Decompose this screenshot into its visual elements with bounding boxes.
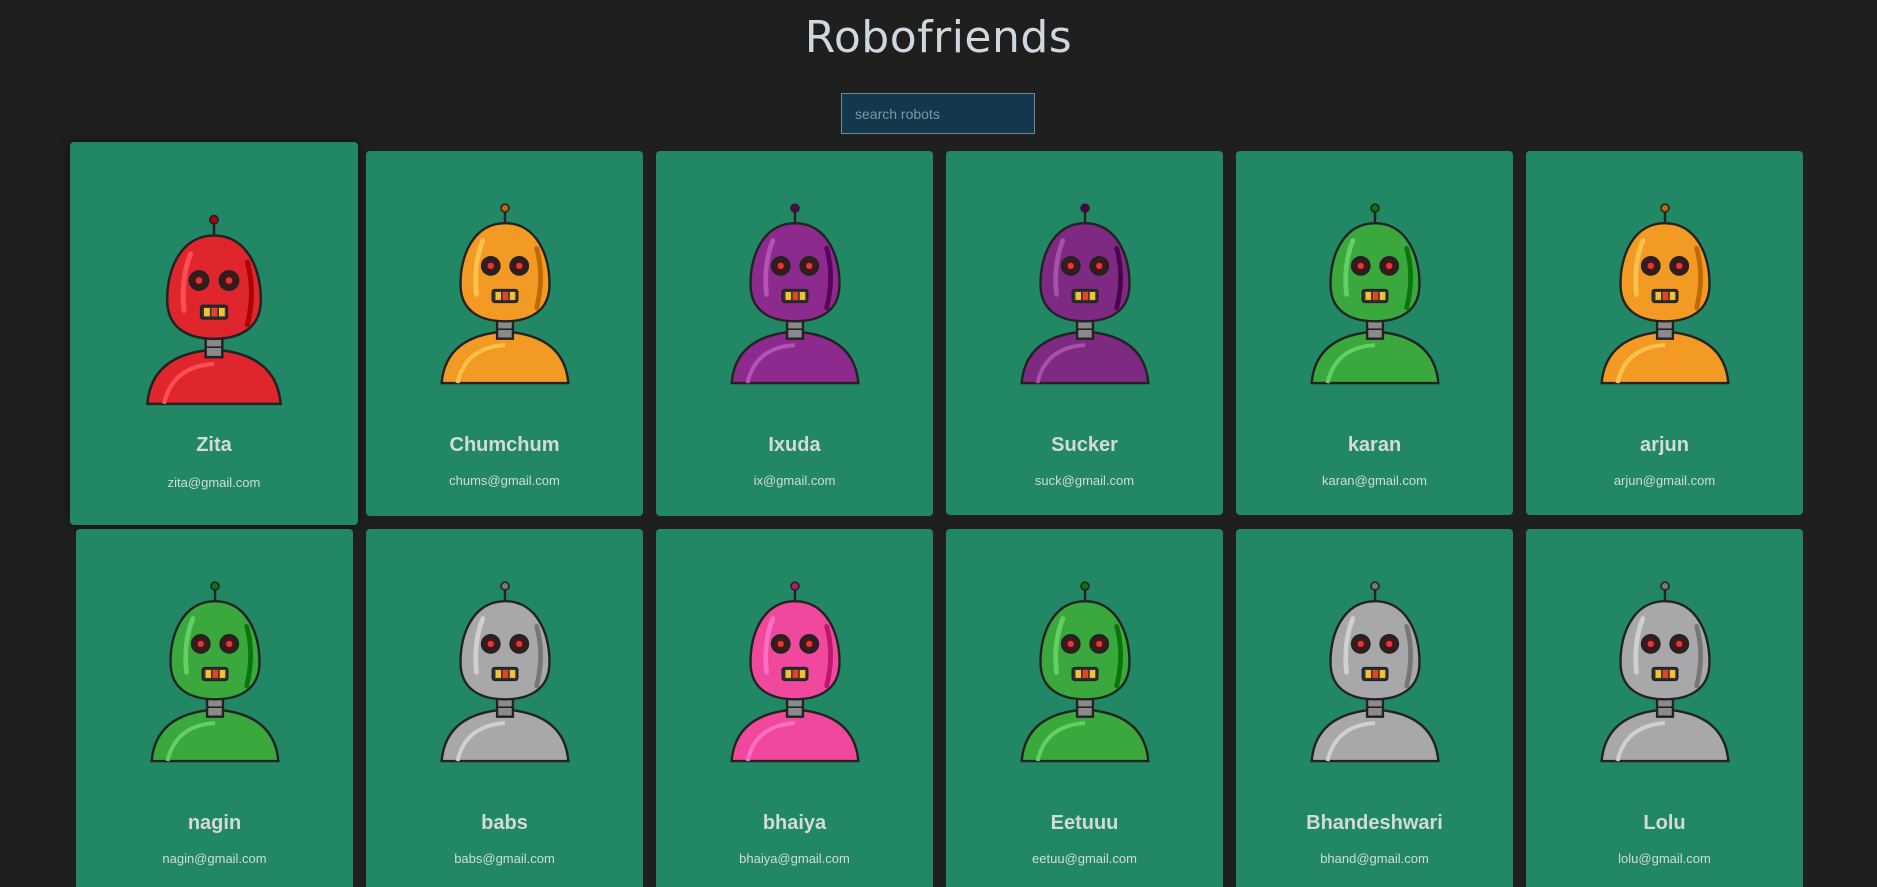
robot-email: babs@gmail.com (454, 851, 555, 866)
robot-avatar-pink (656, 565, 933, 775)
robot-card[interactable]: bhaiya bhaiya@gmail.com (656, 529, 933, 887)
robot-name: Chumchum (449, 434, 560, 456)
robot-card[interactable]: Bhandeshwari bhand@gmail.com (1236, 529, 1513, 887)
robot-card[interactable]: arjun arjun@gmail.com (1526, 151, 1803, 515)
robot-name: Eetuuu (1050, 812, 1119, 834)
search-input[interactable] (841, 93, 1035, 134)
robot-email: ix@gmail.com (753, 473, 836, 488)
robot-name: karan (1347, 434, 1402, 456)
robot-avatar-orange (1526, 187, 1803, 397)
robot-email: lolu@gmail.com (1618, 851, 1711, 866)
robot-avatar-gray (1526, 565, 1803, 775)
robot-email: zita@gmail.com (167, 475, 261, 490)
robot-card[interactable]: Lolu lolu@gmail.com (1526, 529, 1803, 887)
robot-name: bhaiya (762, 812, 827, 834)
robot-email: bhand@gmail.com (1320, 851, 1429, 866)
robot-card[interactable]: Sucker suck@gmail.com (946, 151, 1223, 515)
robot-name: Sucker (1051, 434, 1118, 456)
robot-name: nagin (187, 812, 242, 834)
robot-name: Zita (196, 434, 232, 456)
robot-avatar-purple (946, 187, 1223, 397)
robot-name: Ixuda (768, 434, 821, 456)
robot-card[interactable]: Ixuda ix@gmail.com (656, 151, 933, 516)
robot-card[interactable]: Eetuuu eetuu@gmail.com (946, 529, 1223, 887)
robot-avatar-orange (366, 187, 643, 397)
robot-email: karan@gmail.com (1322, 473, 1427, 488)
page-title: Robofriends (804, 12, 1073, 63)
robofriends-app: Robofriends Zita zita@gmail.com (0, 0, 1877, 887)
robot-name: babs (481, 812, 528, 834)
robot-card[interactable]: Chumchum chums@gmail.com (366, 151, 643, 516)
robot-card[interactable]: Zita zita@gmail.com (70, 142, 358, 525)
robot-name: Lolu (1643, 812, 1686, 834)
robot-name: Bhandeshwari (1306, 812, 1443, 834)
robot-avatar-gray (1236, 565, 1513, 775)
robot-avatar-green (946, 565, 1223, 775)
robot-avatar-gray (366, 565, 643, 775)
robot-avatar-red (70, 198, 358, 418)
robot-avatar-green (76, 565, 353, 775)
robot-avatar-green (1236, 187, 1513, 397)
robot-email: bhaiya@gmail.com (739, 851, 850, 866)
robot-card[interactable]: karan karan@gmail.com (1236, 151, 1513, 515)
robot-avatar-purple (656, 187, 933, 397)
robot-email: suck@gmail.com (1034, 473, 1135, 488)
robot-email: chums@gmail.com (449, 473, 560, 488)
robot-email: nagin@gmail.com (162, 851, 267, 866)
robot-name: arjun (1640, 434, 1689, 456)
robot-card[interactable]: babs babs@gmail.com (366, 529, 643, 887)
robot-card[interactable]: nagin nagin@gmail.com (76, 529, 353, 887)
robot-email: arjun@gmail.com (1613, 473, 1716, 488)
robot-email: eetuu@gmail.com (1032, 851, 1137, 866)
